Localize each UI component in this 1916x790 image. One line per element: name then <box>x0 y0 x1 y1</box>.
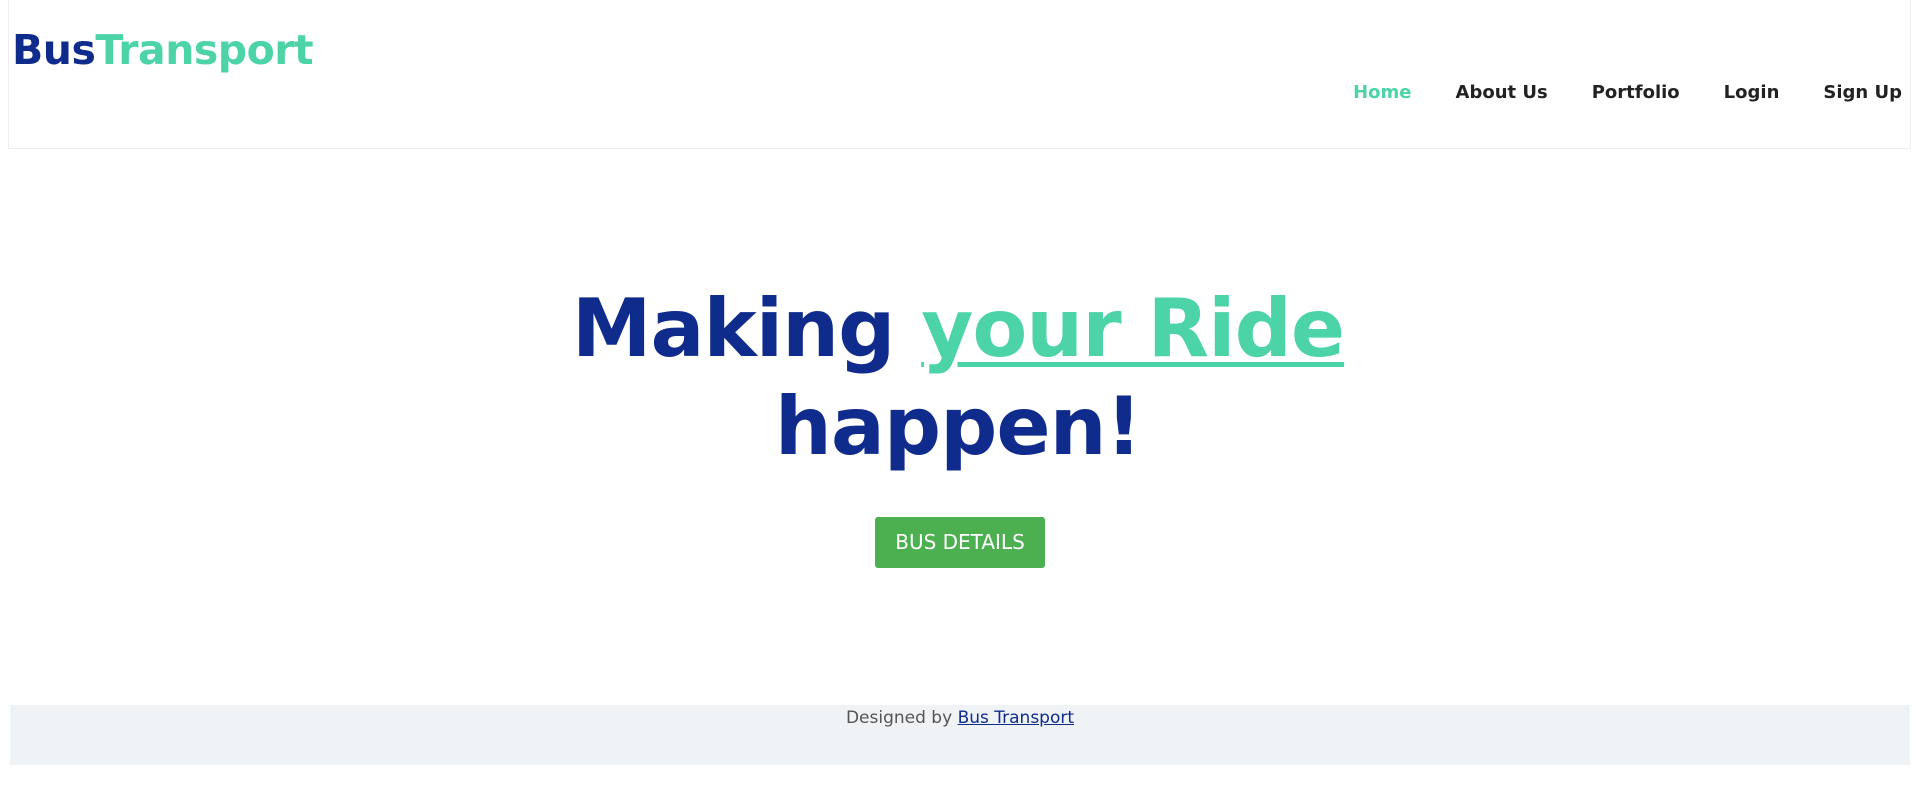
logo-text-bus: Bus <box>12 26 96 74</box>
site-footer: Designed by Bus Transport <box>10 705 1910 765</box>
footer-credit: Designed by Bus Transport <box>846 706 1074 730</box>
footer-credit-prefix: Designed by <box>845 708 958 728</box>
main-nav: Home About Us Portfolio Login Sign Up <box>1353 80 1902 106</box>
nav-portfolio-link[interactable]: Portfolio <box>1592 80 1680 106</box>
page: BusTransport Home About Us Portfolio Log… <box>0 0 1916 790</box>
hero-title-part2: happen! <box>774 380 1142 473</box>
logo-text-transport: Transport <box>95 26 314 74</box>
hero-title-part1: Making <box>571 282 922 375</box>
nav-home-link[interactable]: Home <box>1353 80 1411 106</box>
hero-section: Making your Ride happen! <box>0 280 1916 476</box>
site-header: BusTransport Home About Us Portfolio Log… <box>8 0 1911 149</box>
bus-details-button[interactable]: BUS DETAILS <box>875 517 1045 568</box>
nav-about-us-link[interactable]: About Us <box>1456 80 1548 106</box>
nav-login-link[interactable]: Login <box>1724 80 1780 106</box>
hero-title: Making your Ride happen! <box>0 280 1916 476</box>
footer-credit-link[interactable]: Bus Transport <box>958 708 1074 728</box>
brand-logo[interactable]: BusTransport <box>12 22 314 78</box>
hero-title-accent: your Ride <box>921 282 1345 375</box>
nav-sign-up-link[interactable]: Sign Up <box>1823 80 1902 106</box>
